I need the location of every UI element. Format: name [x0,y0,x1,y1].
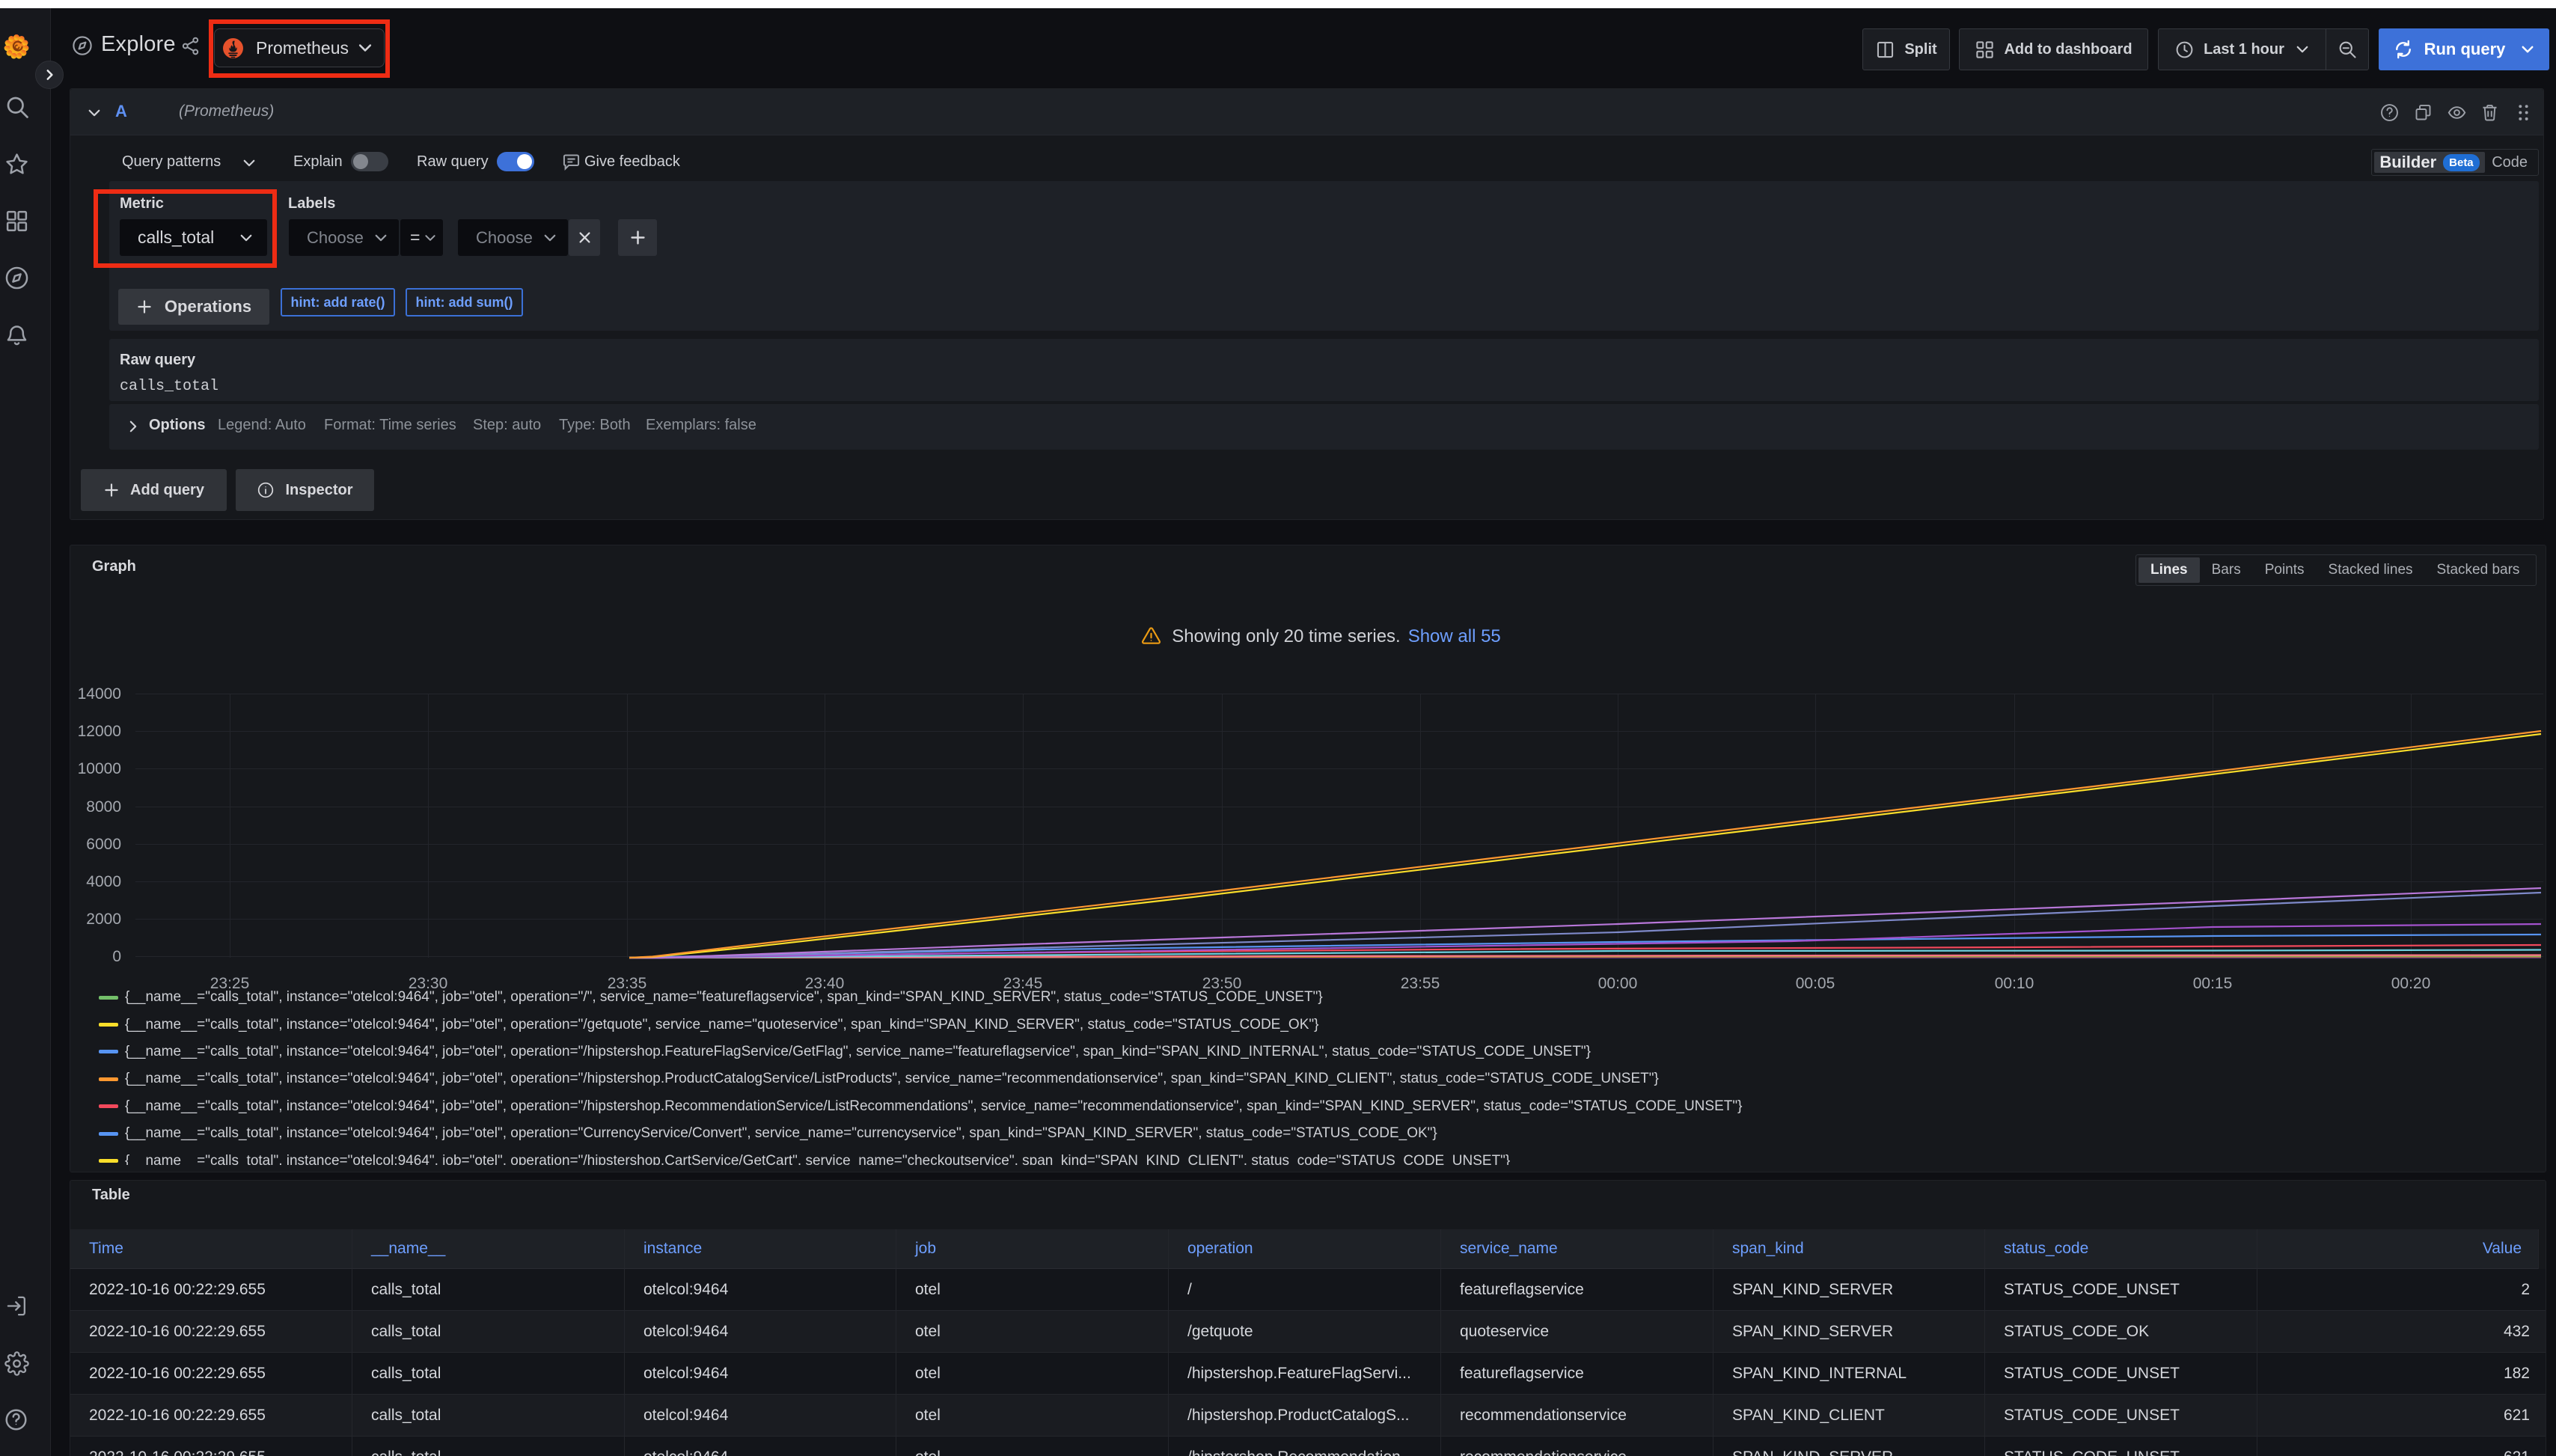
svg-text:0: 0 [112,948,121,965]
svg-text:00:20: 00:20 [2391,975,2431,992]
svg-text:8000: 8000 [86,798,121,816]
svg-text:00:15: 00:15 [2193,975,2233,992]
svg-text:10000: 10000 [78,760,121,777]
svg-text:4000: 4000 [86,873,121,890]
svg-text:12000: 12000 [78,723,121,740]
svg-text:00:05: 00:05 [1796,975,1835,992]
svg-text:2000: 2000 [86,911,121,928]
svg-text:6000: 6000 [86,836,121,853]
svg-text:00:10: 00:10 [1995,975,2034,992]
svg-text:14000: 14000 [78,685,121,703]
